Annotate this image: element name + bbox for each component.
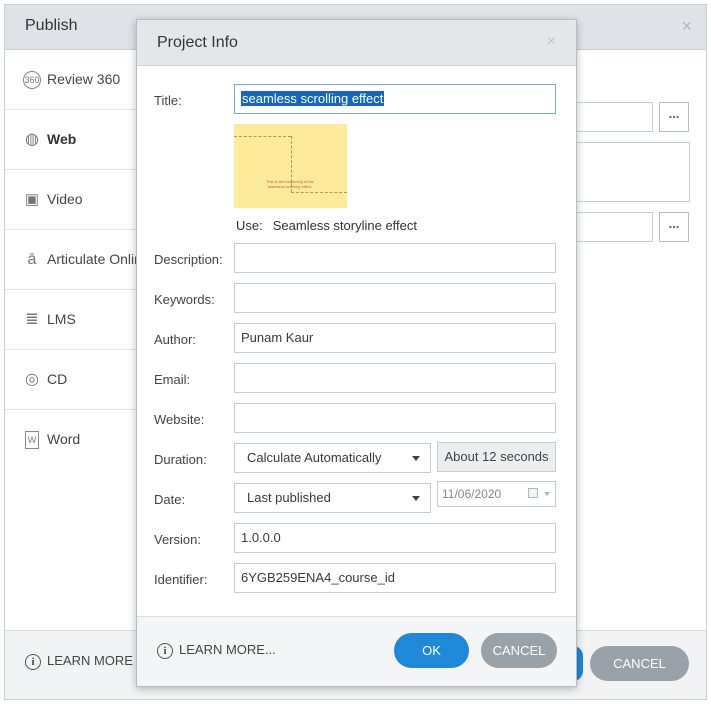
dialog-header: Project Info × [137,20,576,66]
ok-button[interactable]: OK [394,633,469,668]
duration-value-field: About 12 seconds [437,442,556,472]
dialog-title: Project Info [157,34,238,51]
identifier-input[interactable]: 6YGB259ENA4_course_id [234,563,556,593]
publish-learn-more-link[interactable]: i LEARN MORE ... [25,653,147,670]
sidebar-item-label: LMS [47,311,76,327]
disc-icon: ◎ [25,371,39,388]
chevron-down-icon [412,496,420,501]
sidebar-item-word[interactable]: W Word [5,410,137,470]
globe-icon: ◍ [25,131,39,148]
calendar-icon[interactable] [528,488,538,498]
author-input[interactable]: Punam Kaur [234,323,556,353]
dialog-footer: i LEARN MORE... OK CANCEL [137,616,576,686]
keywords-label: Keywords: [154,292,215,307]
publish-close-icon[interactable]: × [681,16,692,37]
sidebar-item-cd[interactable]: ◎ CD [5,350,137,410]
chevron-down-icon [412,456,420,461]
publish-folder-field[interactable] [571,212,653,242]
date-dropdown[interactable]: Last published [234,483,431,513]
sidebar-item-label: Review 360 [47,71,121,87]
version-label: Version: [154,532,201,547]
website-label: Website: [154,412,205,427]
duration-label: Duration: [154,452,207,467]
review-360-icon: 360 [23,71,41,89]
thumbnail-dashed-line [234,136,291,137]
version-input[interactable]: 1.0.0.0 [234,523,556,553]
email-label: Email: [154,372,191,387]
publish-learn-more-label: LEARN MORE ... [47,653,148,668]
publish-cancel-button[interactable]: CANCEL [590,646,689,681]
date-label: Date: [154,492,186,507]
info-icon: i [157,642,173,659]
learn-more-label: LEARN MORE... [179,642,276,657]
sidebar-item-label: Video [47,191,83,207]
keywords-input[interactable] [234,283,556,313]
dialog-close-icon[interactable]: × [547,33,556,51]
sidebar-item-label: CD [47,371,68,387]
publish-browse-button[interactable]: ... [659,102,689,132]
word-doc-icon: W [25,431,39,449]
info-icon: i [25,653,41,670]
sidebar-item-web[interactable]: ◍ Web [5,110,137,170]
video-icon: ▣ [24,191,40,208]
publish-description-field[interactable] [571,142,690,202]
duration-dropdown[interactable]: Calculate Automatically [234,443,431,473]
title-input[interactable]: seamless scrolling effect [234,84,556,114]
sidebar-item-lms[interactable]: ≣ LMS [5,290,137,350]
description-input[interactable] [234,243,556,273]
description-label: Description: [154,252,223,267]
use-row: Use: Seamless storyline effect [236,218,417,233]
author-label: Author: [154,332,196,347]
title-value: seamless scrolling effect [241,91,385,106]
sidebar-item-articulate-online[interactable]: ā Articulate Online [5,230,150,290]
publish-sidebar: 360 Review 360 ◍ Web ▣ Video ā Articulat… [5,50,150,631]
thumbnail-dashed-line [291,192,347,193]
date-value: 11/06/2020 [442,487,502,501]
title-label: Title: [154,93,182,108]
date-dropdown-value: Last published [247,490,331,505]
email-input[interactable] [234,363,556,393]
chevron-down-icon[interactable] [544,492,550,496]
publish-folder-browse-button[interactable]: ... [659,212,689,242]
sidebar-item-video[interactable]: ▣ Video [5,170,137,230]
thumbnail-caption: This is the beginning of the seamless sc… [266,179,314,189]
publish-title: Publish [25,17,78,34]
articulate-online-icon: ā [27,251,37,268]
date-picker[interactable]: 11/06/2020 [437,481,556,507]
sidebar-item-label: Web [47,131,77,147]
sidebar-item-label: Articulate Online [47,251,150,267]
project-thumbnail[interactable]: This is the beginning of the seamless sc… [234,124,347,208]
learn-more-link[interactable]: i LEARN MORE... [157,642,276,659]
database-icon: ≣ [25,311,39,328]
project-info-dialog: Project Info × Title: seamless scrolling… [136,19,577,687]
use-label: Use: [236,218,263,233]
sidebar-item-label: Word [47,431,81,447]
sidebar-item-review-360[interactable]: 360 Review 360 [5,50,137,110]
website-input[interactable] [234,403,556,433]
duration-dropdown-value: Calculate Automatically [247,450,382,465]
identifier-label: Identifier: [154,572,208,587]
use-value: Seamless storyline effect [272,218,418,233]
cancel-button[interactable]: CANCEL [481,633,557,668]
publish-title-field[interactable] [571,102,653,132]
